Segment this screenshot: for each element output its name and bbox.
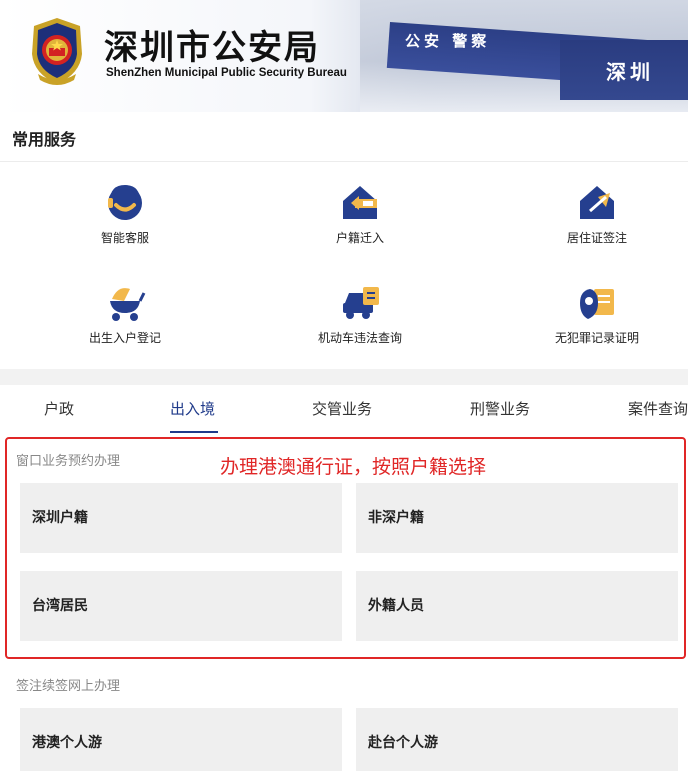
- service-label: 机动车违法查询: [317, 331, 402, 345]
- service-label: 出生入户登记: [88, 331, 161, 345]
- service-label: 居住证签注: [566, 231, 627, 245]
- card-label: 台湾居民: [32, 598, 88, 614]
- residence-permit-icon: [580, 186, 614, 219]
- house-move-in-icon: [343, 186, 377, 219]
- site-title-english: ShenZhen Municipal Public Security Burea…: [106, 67, 347, 79]
- service-smart-customer-service[interactable]: 智能客服: [45, 165, 205, 245]
- window-booking-title: 窗口业务预约办理: [16, 454, 121, 469]
- section-divider: [0, 369, 688, 385]
- customer-service-icon: [108, 184, 142, 220]
- no-crime-certificate-icon: [580, 289, 614, 319]
- services-grid: 智能客服 户籍迁入 居住证签注 出生入户登记 机动车违法查询 无犯罪记录证明: [0, 163, 688, 369]
- service-label: 无犯罪记录证明: [554, 331, 639, 345]
- category-tabs: 户政 出入境 交管业务 刑警业务 案件查询: [0, 385, 688, 433]
- tab-criminal[interactable]: 刑警业务: [470, 398, 530, 419]
- card-shenzhen-hukou[interactable]: 深圳户籍: [20, 483, 342, 553]
- endorsement-title: 签注续签网上办理: [16, 679, 121, 694]
- service-vehicle-violation-query[interactable]: 机动车违法查询: [280, 265, 440, 345]
- card-label: 非深户籍: [368, 510, 424, 526]
- active-tab-indicator: [170, 431, 218, 433]
- service-residence-permit[interactable]: 居住证签注: [517, 165, 677, 245]
- banner-text-shenzhen: 深圳: [606, 60, 654, 84]
- car-violation-icon: [343, 287, 379, 319]
- annotation-text: 办理港澳通行证，按照户籍选择: [220, 456, 487, 478]
- card-hk-macau-individual-travel[interactable]: 港澳个人游: [20, 708, 342, 771]
- service-no-crime-certificate[interactable]: 无犯罪记录证明: [517, 265, 677, 345]
- site-title: 深圳市公安局: [104, 28, 320, 68]
- card-taiwan-individual-travel[interactable]: 赴台个人游: [356, 708, 678, 771]
- service-birth-registration[interactable]: 出生入户登记: [45, 265, 205, 345]
- card-label: 外籍人员: [368, 598, 424, 614]
- service-household-move-in[interactable]: 户籍迁入: [280, 165, 440, 245]
- tab-traffic[interactable]: 交管业务: [312, 398, 372, 419]
- card-non-shenzhen-hukou[interactable]: 非深户籍: [356, 483, 678, 553]
- card-label: 赴台个人游: [368, 735, 438, 751]
- baby-stroller-icon: [110, 288, 146, 321]
- police-emblem-icon: [32, 18, 82, 85]
- card-label: 港澳个人游: [32, 735, 102, 751]
- card-label: 深圳户籍: [32, 510, 88, 526]
- tab-exit-entry[interactable]: 出入境: [170, 398, 215, 419]
- service-label: 户籍迁入: [335, 231, 384, 245]
- banner-text-police: 公安 警察: [405, 32, 491, 50]
- card-taiwan-resident[interactable]: 台湾居民: [20, 571, 342, 641]
- header-banner: 公安 警察 深圳 深圳市公安局 ShenZhen Municipal Publi…: [0, 0, 688, 112]
- service-label: 智能客服: [100, 231, 149, 245]
- common-services-header: 常用服务: [0, 112, 688, 162]
- card-foreign-national[interactable]: 外籍人员: [356, 571, 678, 641]
- tab-case-query[interactable]: 案件查询: [628, 398, 688, 419]
- common-services-title: 常用服务: [12, 130, 77, 149]
- tab-household[interactable]: 户政: [44, 398, 74, 419]
